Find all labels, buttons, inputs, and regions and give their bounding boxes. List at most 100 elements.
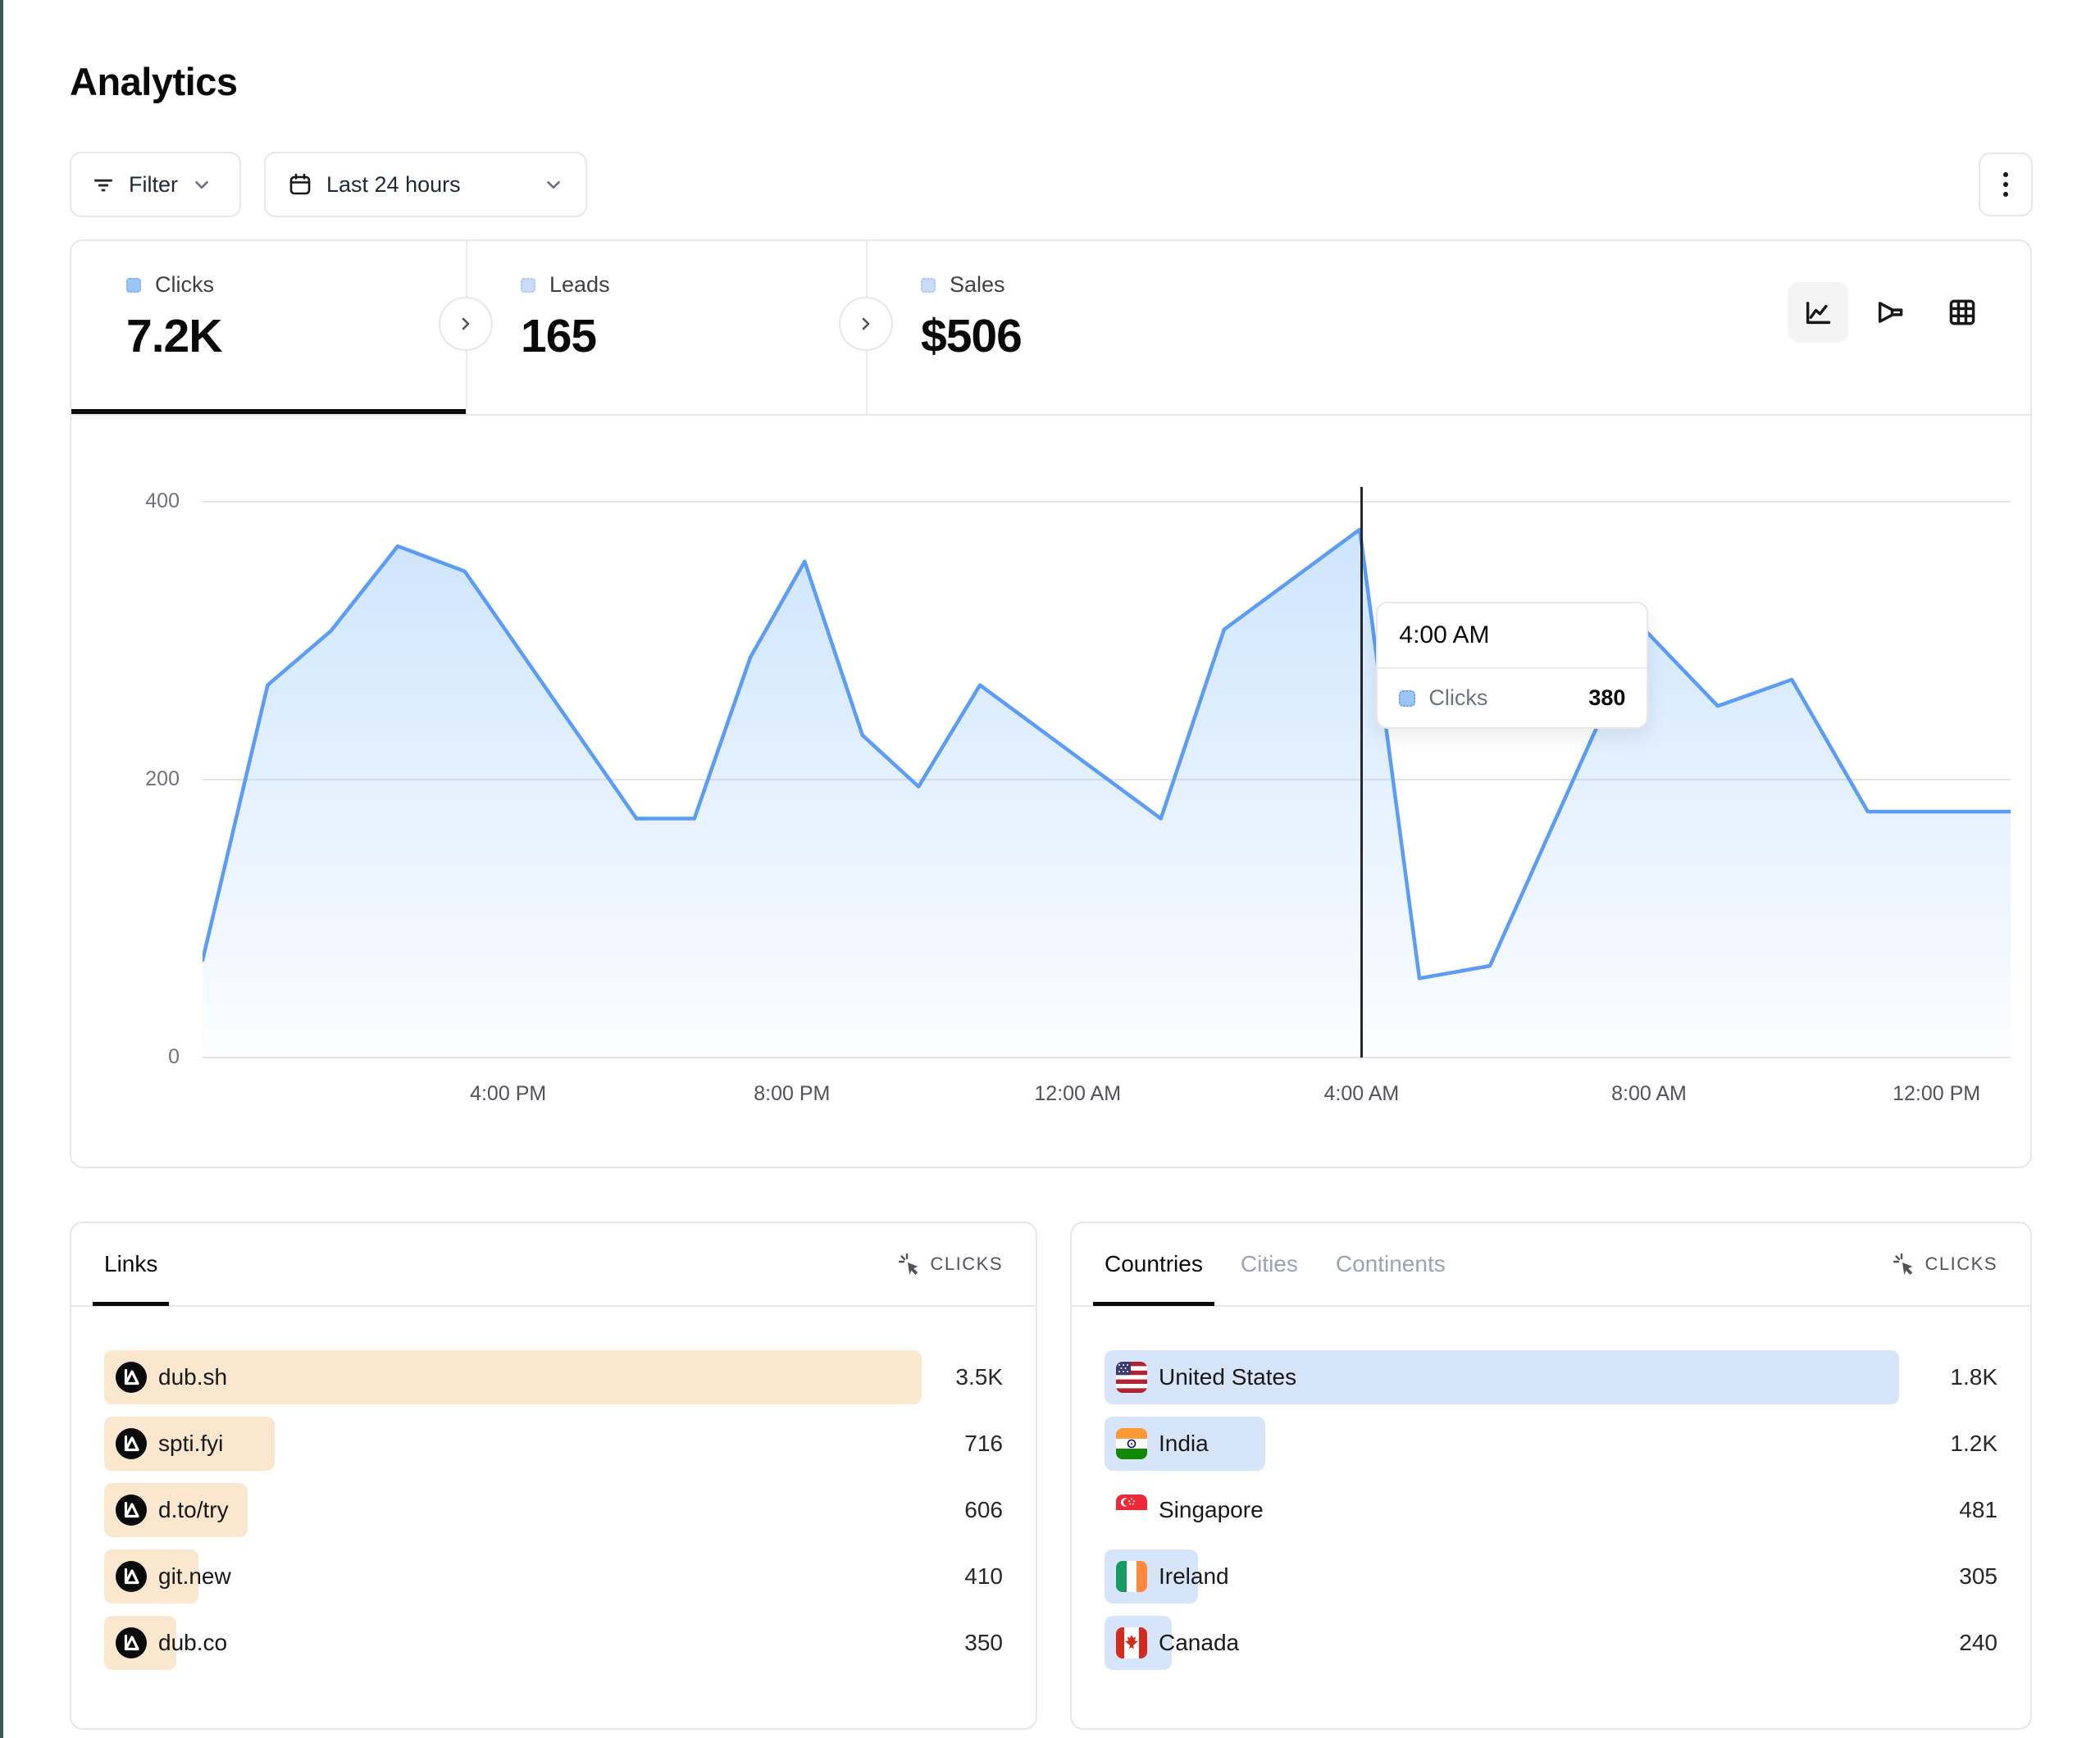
link-row-spti-fyi[interactable]: spti.fyi 716 [104,1417,1003,1471]
active-tab-underline [71,409,466,414]
link-label: dub.co [158,1616,227,1670]
y-axis-tick-label: 0 [106,1045,180,1069]
chart-crosshair [1360,487,1363,1058]
dub-logo-icon [116,1561,147,1592]
filter-button[interactable]: Filter [70,152,241,217]
link-label: git.new [158,1549,231,1604]
tab-links[interactable]: Links [104,1222,157,1306]
sales-legend-square-icon [921,278,936,293]
table-view-button[interactable] [1932,282,1993,343]
tooltip-series-label: Clicks [1428,685,1575,711]
geo-panel-header: Countries Cities Continents CLICKS [1072,1223,2030,1307]
link-label: spti.fyi [158,1417,223,1471]
expand-leads-button[interactable] [439,297,493,351]
links-panel: Links CLICKS dub.sh 3.5K [70,1222,1037,1730]
us-flag-icon [1116,1362,1147,1393]
expand-sales-button[interactable] [839,297,893,351]
stat-tabs-row: Clicks 7.2K Leads 165 Sales $506 [71,241,2030,416]
dub-logo-icon [116,1627,147,1658]
x-axis-tick-label: 12:00 PM [1893,1082,1980,1106]
x-axis-tick-label: 8:00 AM [1611,1082,1687,1106]
geo-panel: Countries Cities Continents CLICKS [1070,1222,2032,1730]
chevron-right-icon [454,312,477,335]
tab-countries[interactable]: Countries [1105,1222,1203,1306]
tab-clicks-value: 7.2K [126,309,466,363]
kebab-icon [1993,167,2018,202]
funnel-chart-view-button[interactable] [1860,282,1920,343]
dub-logo-icon [116,1428,147,1459]
tab-clicks-label: Clicks [155,272,214,298]
grid-table-icon [1945,295,1979,330]
y-axis-tick-label: 200 [106,767,180,791]
country-row-india[interactable]: India 1.2K [1105,1417,1998,1471]
tab-leads-label: Leads [549,272,610,298]
link-row-dub-co[interactable]: dub.co 350 [104,1616,1003,1670]
x-axis-tick-label: 8:00 PM [754,1082,830,1106]
links-metric-selector[interactable]: CLICKS [896,1251,1003,1277]
country-clicks-value: 481 [1959,1483,1998,1537]
more-options-button[interactable] [1979,152,2033,216]
link-clicks-value: 606 [964,1483,1003,1537]
country-row-canada[interactable]: Canada 240 [1105,1616,1998,1670]
date-range-label: Last 24 hours [326,172,530,198]
link-bar [104,1616,176,1670]
country-clicks-value: 1.2K [1950,1417,1998,1471]
tab-leads[interactable]: Leads 165 [466,241,866,414]
country-clicks-value: 1.8K [1950,1350,1998,1404]
country-label: India [1159,1417,1209,1471]
chevron-right-icon [854,312,877,335]
cursor-click-icon [896,1251,922,1277]
geo-metric-selector[interactable]: CLICKS [1891,1251,1998,1277]
link-row-d-to-try[interactable]: d.to/try 606 [104,1483,1003,1537]
link-row-dub-sh[interactable]: dub.sh 3.5K [104,1350,1003,1404]
country-label: Canada [1159,1616,1239,1670]
date-range-button[interactable]: Last 24 hours [264,152,587,217]
country-row-singapore[interactable]: Singapore 481 [1105,1483,1998,1537]
country-bar [1105,1417,1265,1471]
clicks-area-chart: 4:00 AM Clicks 380 02004004:00 PM8:00 PM… [203,461,2011,1067]
link-label: dub.sh [158,1350,227,1404]
country-clicks-value: 305 [1959,1549,1998,1604]
singapore-flag-icon [1116,1495,1147,1526]
link-clicks-value: 716 [964,1417,1003,1471]
dub-logo-icon [116,1495,147,1526]
tab-continents[interactable]: Continents [1336,1222,1446,1306]
country-label: Singapore [1159,1483,1264,1537]
clicks-legend-square-icon [126,278,141,293]
geo-metric-label: CLICKS [1925,1253,1998,1275]
country-row-united-states[interactable]: United States 1.8K [1105,1350,1998,1404]
tooltip-time: 4:00 AM [1378,603,1647,669]
country-label: United States [1159,1350,1296,1404]
line-chart-view-button[interactable] [1788,282,1848,343]
tab-sales[interactable]: Sales $506 [866,241,1276,414]
funnel-chart-icon [1873,295,1907,330]
country-row-ireland[interactable]: Ireland 305 [1105,1549,1998,1604]
link-bar [104,1549,198,1604]
link-bar [104,1483,248,1537]
link-clicks-value: 3.5K [955,1350,1003,1404]
chevron-down-icon [191,174,212,195]
country-clicks-value: 240 [1959,1616,1998,1670]
country-bar [1105,1616,1172,1670]
tab-sales-label: Sales [950,272,1005,298]
links-metric-label: CLICKS [931,1253,1003,1275]
link-label: d.to/try [158,1483,229,1537]
canada-flag-icon [1116,1627,1147,1658]
country-label: Ireland [1159,1549,1229,1604]
link-row-git-new[interactable]: git.new 410 [104,1549,1003,1604]
x-axis-tick-label: 4:00 PM [470,1082,546,1106]
calendar-icon [287,171,313,198]
india-flag-icon [1116,1428,1147,1459]
left-accent-edge [0,0,3,1738]
chart-tooltip: 4:00 AM Clicks 380 [1376,602,1648,729]
tab-clicks[interactable]: Clicks 7.2K [71,241,466,414]
line-chart-icon [1801,295,1835,330]
x-axis-tick-label: 4:00 AM [1324,1082,1400,1106]
page-title: Analytics [70,59,237,104]
x-axis-tick-label: 12:00 AM [1034,1082,1121,1106]
tab-cities[interactable]: Cities [1241,1222,1298,1306]
links-panel-header: Links CLICKS [71,1223,1036,1307]
tab-leads-value: 165 [521,309,866,363]
tab-sales-value: $506 [921,309,1276,363]
filter-button-label: Filter [129,172,178,198]
